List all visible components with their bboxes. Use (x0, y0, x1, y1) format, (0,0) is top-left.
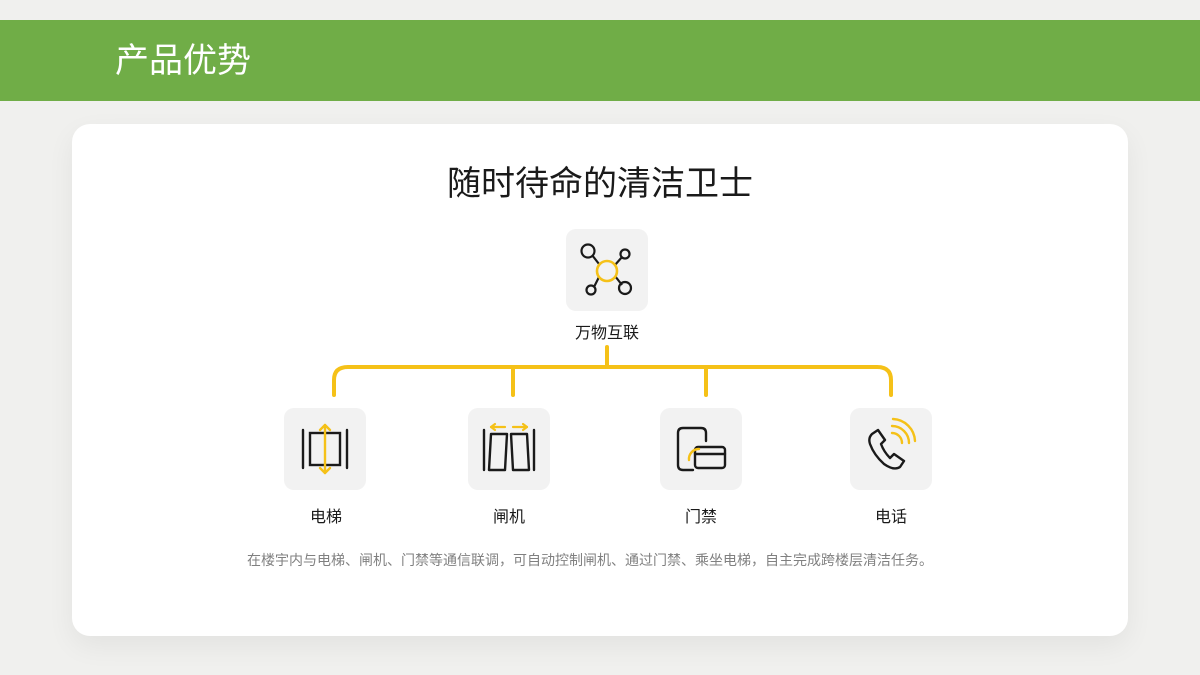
description-text: 在楼宇内与电梯、闸机、门禁等通信联调，可自动控制闸机、通过门禁、乘坐电梯，自主完… (247, 553, 933, 569)
network-nodes-icon (580, 243, 633, 296)
gate-turnstile-icon (482, 422, 536, 472)
hub-label: 万物互联 (574, 323, 639, 342)
node-tile-gate (468, 408, 550, 490)
connector-branch (332, 365, 893, 397)
elevator-icon (301, 423, 349, 475)
access-card-icon (676, 426, 727, 472)
node-tile-access (660, 408, 742, 490)
node-label-gate: 闸机 (492, 507, 525, 526)
node-tile-phone (850, 408, 932, 490)
node-label-phone: 电话 (874, 507, 907, 526)
node-label-access: 门禁 (684, 507, 717, 526)
hub-tile (566, 229, 648, 311)
node-tile-elevator (284, 408, 366, 490)
phone-signal-icon (868, 417, 917, 470)
node-label-elevator: 电梯 (309, 507, 342, 526)
